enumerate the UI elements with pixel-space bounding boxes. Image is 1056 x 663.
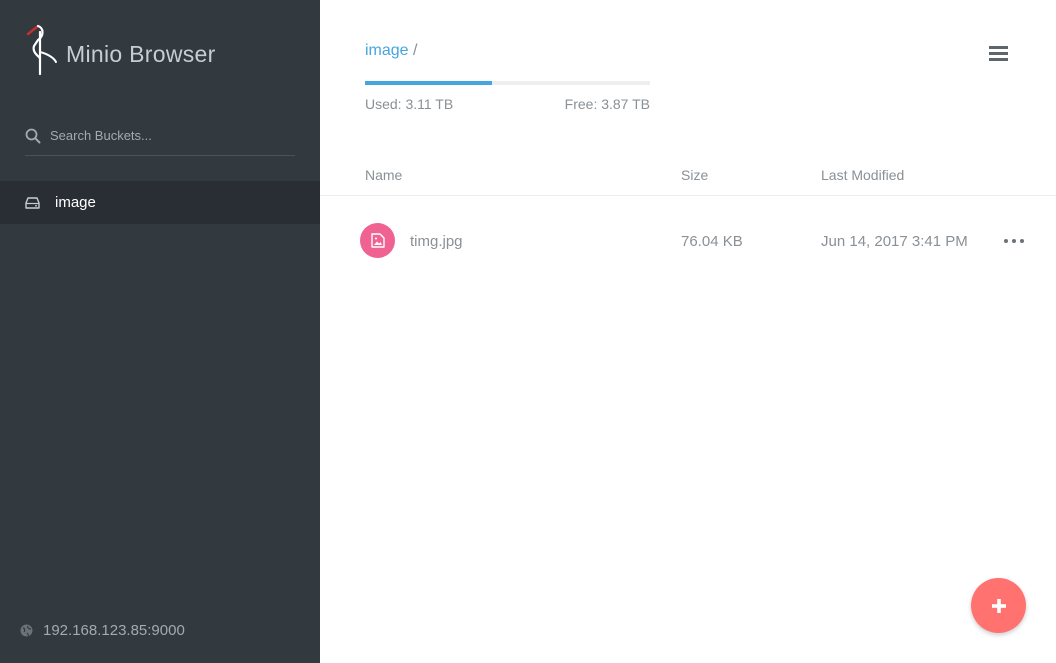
host-address: 192.168.123.85:9000 (43, 622, 185, 639)
storage-bar (365, 81, 650, 85)
app-title: Minio Browser (66, 40, 216, 67)
breadcrumb: image / (365, 42, 417, 60)
column-header-size[interactable]: Size (681, 167, 708, 183)
storage-bar-fill (365, 81, 492, 85)
host-info: 192.168.123.85:9000 (20, 622, 185, 639)
file-name[interactable]: timg.jpg (410, 233, 463, 250)
column-header-name[interactable]: Name (365, 167, 402, 183)
main-content: image / Used: 3.11 TB Free: 3.87 TB Name… (320, 0, 1056, 663)
search-buckets-input[interactable] (50, 128, 280, 143)
bucket-item-image[interactable]: image (0, 181, 320, 224)
storage-free: Free: 3.87 TB (564, 96, 650, 112)
hamburger-icon[interactable] (989, 46, 1008, 62)
table-header: Name Size Last Modified (320, 152, 1056, 196)
storage-used: Used: 3.11 TB (365, 96, 454, 112)
bucket-search (25, 122, 295, 156)
logo: Minio Browser (24, 24, 216, 76)
column-header-last-modified[interactable]: Last Modified (821, 167, 904, 183)
hard-drive-icon (25, 196, 40, 209)
breadcrumb-separator: / (413, 42, 418, 59)
bucket-label: image (55, 194, 96, 211)
minio-logo-icon (26, 24, 57, 76)
globe-icon (20, 624, 33, 637)
add-fab-button[interactable] (971, 578, 1026, 633)
plus-icon (991, 598, 1006, 613)
sidebar: Minio Browser image 192.168.123.85:9000 (0, 0, 320, 663)
breadcrumb-bucket-link[interactable]: image (365, 42, 409, 59)
image-file-icon (360, 223, 395, 258)
file-size: 76.04 KB (681, 233, 743, 250)
search-icon (25, 128, 41, 144)
table-row[interactable]: timg.jpg 76.04 KB Jun 14, 2017 3:41 PM (320, 219, 1056, 265)
storage-usage: Used: 3.11 TB Free: 3.87 TB (365, 81, 650, 112)
more-options-icon[interactable] (1004, 239, 1024, 245)
file-last-modified: Jun 14, 2017 3:41 PM (821, 233, 968, 250)
